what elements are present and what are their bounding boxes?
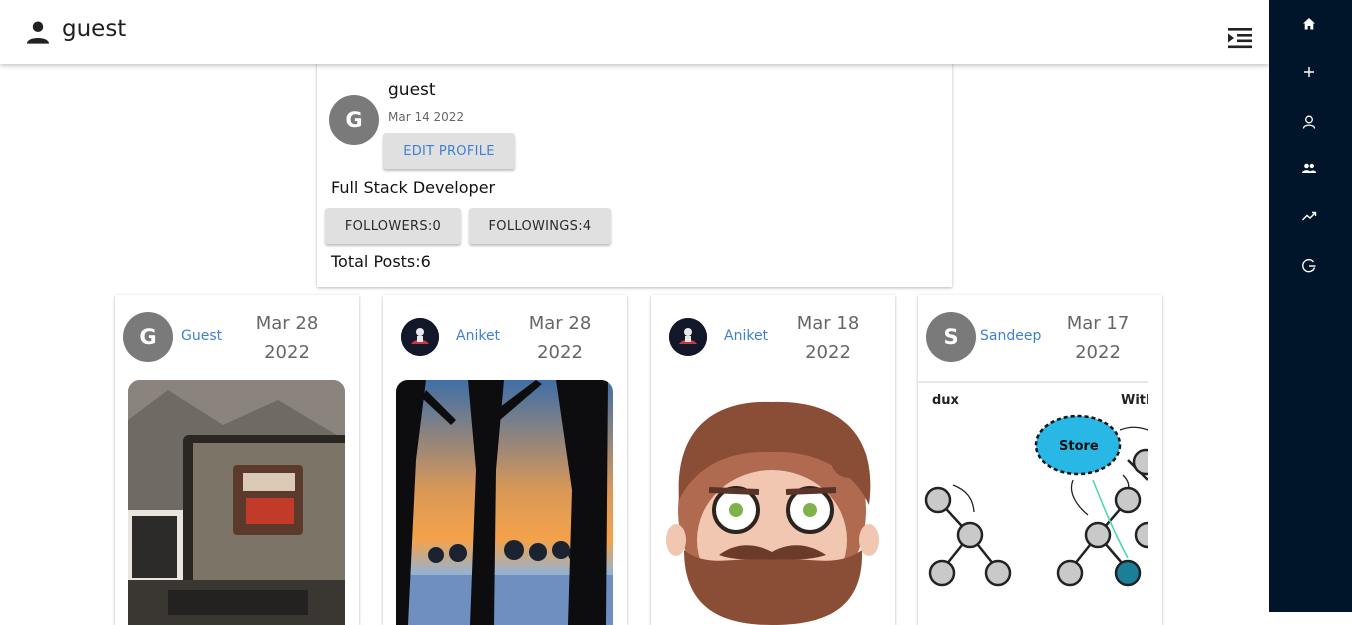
- post-card[interactable]: Aniket Mar 18 2022: [651, 295, 895, 625]
- post-author-link[interactable]: Aniket: [724, 328, 768, 344]
- post-avatar: [669, 318, 707, 356]
- post-avatar: [401, 318, 439, 356]
- home-icon: [1303, 18, 1315, 30]
- post-card[interactable]: S Sandeep Mar 17 2022 dux With Store: [918, 295, 1162, 625]
- post-date: Mar 28 2022: [255, 313, 319, 363]
- top-app-bar: guest: [0, 0, 1269, 64]
- store-label: Store: [1059, 439, 1099, 454]
- post-date: Mar 18 2022: [796, 313, 860, 363]
- plus-icon: [1304, 67, 1314, 77]
- user-icon: [1302, 115, 1316, 129]
- sidebar-item-create[interactable]: [1297, 60, 1321, 84]
- followings-button[interactable]: FOLLOWINGS:4: [469, 208, 611, 244]
- diagram-label-right: With: [1121, 393, 1148, 408]
- profile-bio: Full Stack Developer: [331, 178, 496, 197]
- sidebar-item-people[interactable]: [1297, 156, 1321, 180]
- post-avatar: G: [123, 312, 173, 362]
- astronaut-avatar-icon: [401, 318, 439, 356]
- logout-icon: [1302, 259, 1316, 273]
- edit-profile-button[interactable]: EDIT PROFILE: [383, 133, 515, 169]
- profile-avatar: G: [329, 95, 379, 145]
- menu-indent-icon[interactable]: [1227, 26, 1253, 50]
- followers-button[interactable]: FOLLOWERS:0: [325, 208, 461, 244]
- post-author-link[interactable]: Aniket: [456, 328, 500, 344]
- astronaut-avatar-icon: [669, 318, 707, 356]
- post-image[interactable]: [396, 380, 613, 625]
- sidebar-nav: [1269, 0, 1352, 612]
- profile-card: G guest Mar 14 2022 EDIT PROFILE Full St…: [317, 62, 952, 287]
- page-title: guest: [62, 16, 127, 42]
- profile-name: guest: [388, 80, 436, 100]
- post-author-link[interactable]: Guest: [181, 328, 222, 344]
- profile-joined-date: Mar 14 2022: [388, 110, 465, 124]
- sidebar-item-logout[interactable]: [1297, 254, 1321, 278]
- post-card[interactable]: Aniket Mar 28 2022: [383, 295, 627, 625]
- users-icon: [1302, 163, 1316, 173]
- sidebar-item-profile[interactable]: [1297, 110, 1321, 134]
- post-image[interactable]: dux With Store: [918, 380, 1148, 625]
- post-image[interactable]: [128, 380, 345, 625]
- post-date: Mar 28 2022: [528, 313, 592, 363]
- sidebar-item-trending[interactable]: [1297, 204, 1321, 228]
- post-date: Mar 17 2022: [1066, 313, 1130, 363]
- post-author-link[interactable]: Sandeep: [980, 328, 1041, 344]
- post-avatar: S: [926, 312, 976, 362]
- person-icon: [26, 21, 50, 44]
- diagram-label-left: dux: [932, 393, 960, 408]
- post-image[interactable]: [664, 380, 881, 625]
- total-posts: Total Posts:6: [331, 252, 431, 271]
- post-card[interactable]: G Guest Mar 28 2022: [115, 295, 359, 625]
- sidebar-item-home[interactable]: [1297, 12, 1321, 36]
- trend-icon: [1302, 211, 1317, 221]
